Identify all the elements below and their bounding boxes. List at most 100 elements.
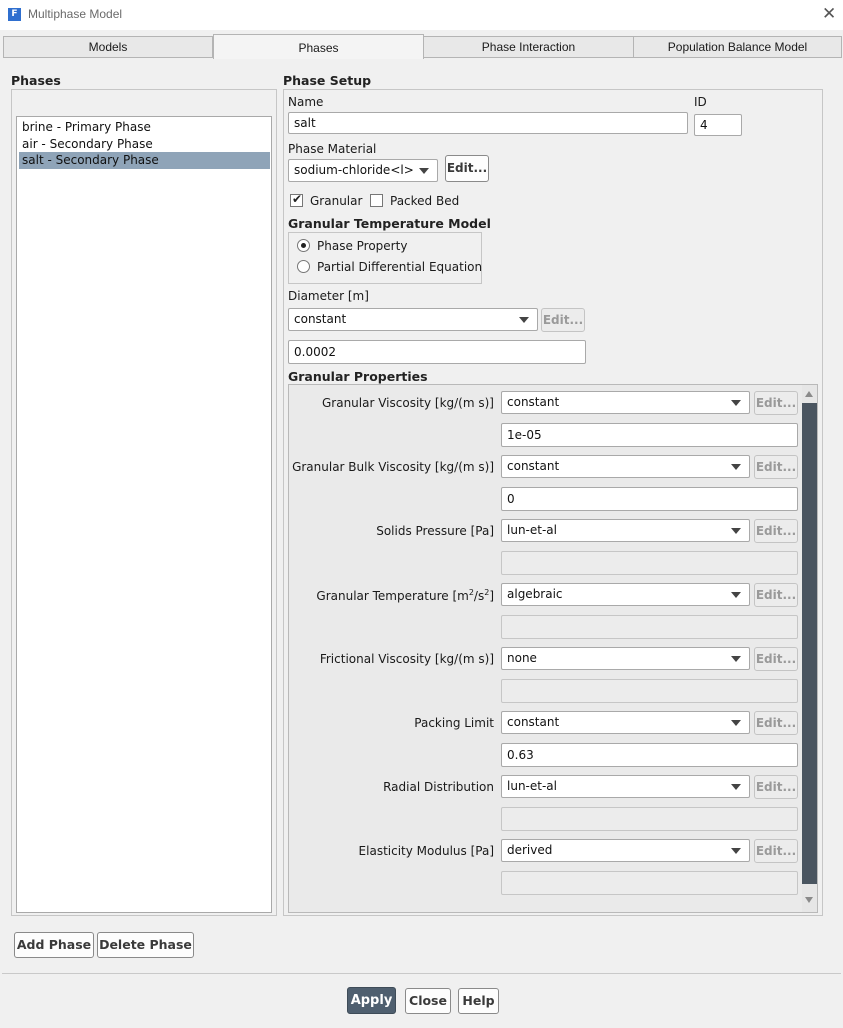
phase-property-label: Phase Property: [317, 239, 408, 253]
granular-temperature-label-text: Granular Temperature [m: [316, 589, 469, 603]
granular-viscosity-edit-button[interactable]: Edit...: [754, 391, 798, 415]
diameter-label: Diameter [m]: [288, 289, 369, 303]
list-item-brine[interactable]: brine - Primary Phase: [19, 119, 270, 136]
close-icon[interactable]: ✕: [822, 4, 836, 24]
granular-temperature-label-unit: /s: [473, 589, 485, 603]
footer-divider: [2, 973, 841, 974]
granular-viscosity-value[interactable]: 1e-05: [501, 423, 798, 447]
packing-limit-label: Packing Limit: [414, 716, 494, 730]
tab-models[interactable]: Models: [3, 36, 213, 58]
radial-distribution-method: lun-et-al: [507, 779, 557, 793]
radial-distribution-value: [501, 807, 798, 831]
granular-viscosity-label: Granular Viscosity [kg/(m s)]: [321, 396, 494, 410]
packing-limit-method: constant: [507, 715, 560, 729]
radial-distribution-select[interactable]: lun-et-al: [501, 775, 750, 798]
phase-material-select[interactable]: sodium-chloride<l>: [288, 159, 438, 182]
granular-temperature-value: [501, 615, 798, 639]
help-button[interactable]: Help: [458, 988, 499, 1014]
packed-bed-checkbox[interactable]: [370, 194, 383, 207]
granular-properties-title: Granular Properties: [288, 369, 428, 384]
frictional-viscosity-select[interactable]: none: [501, 647, 750, 670]
list-item-air[interactable]: air - Secondary Phase: [19, 136, 270, 153]
title-bar: [0, 0, 843, 30]
list-item-salt[interactable]: salt - Secondary Phase: [19, 152, 270, 169]
chevron-down-icon: [731, 656, 741, 662]
packing-limit-edit-button[interactable]: Edit...: [754, 711, 798, 735]
phases-title: Phases: [11, 73, 61, 88]
granular-temperature-label: Granular Temperature [m2/s2]: [316, 588, 494, 603]
checkmark-icon: ✔: [292, 192, 303, 206]
name-label: Name: [288, 95, 324, 109]
chevron-down-icon: [731, 528, 741, 534]
granular-bulk-viscosity-label: Granular Bulk Viscosity [kg/(m s)]: [292, 460, 494, 474]
granular-viscosity-method: constant: [507, 395, 560, 409]
tab-population-balance-model[interactable]: Population Balance Model: [633, 36, 842, 58]
material-edit-button[interactable]: Edit...: [445, 155, 489, 182]
chevron-down-icon: [519, 317, 529, 323]
apply-button[interactable]: Apply: [347, 987, 396, 1014]
granular-bulk-viscosity-select[interactable]: constant: [501, 455, 750, 478]
granular-bulk-viscosity-edit-button[interactable]: Edit...: [754, 455, 798, 479]
chevron-down-icon: [731, 400, 741, 406]
app-icon: F: [8, 8, 21, 21]
granular-temperature-edit-button[interactable]: Edit...: [754, 583, 798, 607]
elasticity-modulus-value: [501, 871, 798, 895]
add-phase-button[interactable]: Add Phase: [14, 932, 94, 958]
granular-properties-panel: Granular Viscosity [kg/(m s)] constant E…: [288, 384, 818, 913]
phase-setup-title: Phase Setup: [283, 73, 372, 88]
granular-temperature-select[interactable]: algebraic: [501, 583, 750, 606]
chevron-down-icon: [731, 784, 741, 790]
frictional-viscosity-value: [501, 679, 798, 703]
solids-pressure-method: lun-et-al: [507, 523, 557, 537]
scrollbar-thumb[interactable]: [802, 403, 817, 884]
phase-material-value: sodium-chloride<l>: [294, 163, 414, 177]
solids-pressure-edit-button[interactable]: Edit...: [754, 519, 798, 543]
frictional-viscosity-label: Frictional Viscosity [kg/(m s)]: [319, 652, 494, 666]
diameter-method-select[interactable]: constant: [288, 308, 538, 331]
radial-distribution-edit-button[interactable]: Edit...: [754, 775, 798, 799]
granular-temperature-model-title: Granular Temperature Model: [288, 216, 491, 231]
partial-differential-equation-label: Partial Differential Equation: [317, 260, 483, 274]
radial-distribution-label: Radial Distribution: [383, 780, 494, 794]
chevron-down-icon: [419, 168, 429, 174]
granular-label: Granular: [310, 194, 363, 208]
name-field[interactable]: salt: [288, 112, 688, 134]
phase-material-label: Phase Material: [288, 142, 377, 156]
solids-pressure-select[interactable]: lun-et-al: [501, 519, 750, 542]
radio-selected-dot: [301, 243, 306, 248]
granular-bulk-viscosity-value[interactable]: 0: [501, 487, 798, 511]
window-title: Multiphase Model: [28, 7, 123, 21]
frictional-viscosity-method: none: [507, 651, 537, 665]
close-button[interactable]: Close: [405, 988, 451, 1014]
diameter-value-field[interactable]: 0.0002: [288, 340, 586, 364]
elasticity-modulus-edit-button[interactable]: Edit...: [754, 839, 798, 863]
id-label: ID: [694, 95, 707, 109]
granular-bulk-viscosity-method: constant: [507, 459, 560, 473]
granular-checkbox[interactable]: ✔: [290, 192, 303, 207]
elasticity-modulus-select[interactable]: derived: [501, 839, 750, 862]
chevron-down-icon: [731, 848, 741, 854]
elasticity-modulus-method: derived: [507, 843, 553, 857]
frictional-viscosity-edit-button[interactable]: Edit...: [754, 647, 798, 671]
diameter-edit-button[interactable]: Edit...: [541, 308, 585, 332]
phase-property-radio[interactable]: [297, 239, 310, 252]
chevron-down-icon: [731, 720, 741, 726]
granular-viscosity-select[interactable]: constant: [501, 391, 750, 414]
scroll-down-icon[interactable]: [805, 897, 813, 903]
scroll-up-icon[interactable]: [805, 391, 813, 397]
granular-temperature-method: algebraic: [507, 587, 563, 601]
packed-bed-label: Packed Bed: [390, 194, 460, 208]
diameter-method-value: constant: [294, 312, 347, 326]
delete-phase-button[interactable]: Delete Phase: [97, 932, 194, 958]
phases-list[interactable]: brine - Primary Phase air - Secondary Ph…: [16, 116, 272, 913]
tab-phase-interaction[interactable]: Phase Interaction: [423, 36, 634, 58]
packing-limit-select[interactable]: constant: [501, 711, 750, 734]
solids-pressure-value: [501, 551, 798, 575]
tab-phases[interactable]: Phases: [213, 34, 424, 59]
packing-limit-value[interactable]: 0.63: [501, 743, 798, 767]
partial-differential-equation-radio[interactable]: [297, 260, 310, 273]
elasticity-modulus-label: Elasticity Modulus [Pa]: [358, 844, 494, 858]
chevron-down-icon: [731, 592, 741, 598]
granular-temperature-label-close: ]: [489, 589, 494, 603]
id-field[interactable]: 4: [694, 114, 742, 136]
